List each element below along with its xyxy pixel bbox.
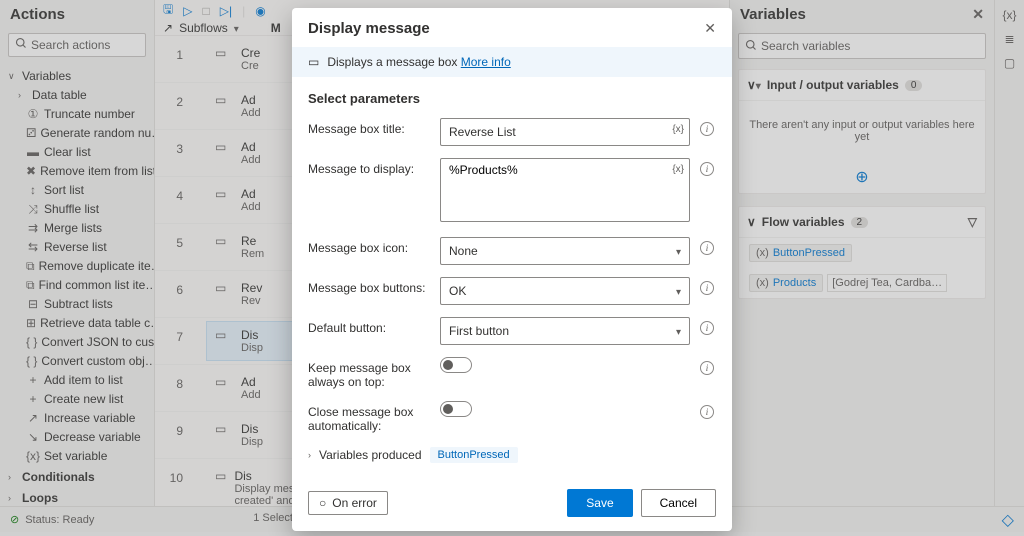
message-box-buttons-select[interactable]: OK bbox=[440, 277, 690, 305]
variable-chip[interactable]: ButtonPressed bbox=[430, 447, 518, 463]
info-icon[interactable]: i bbox=[700, 162, 714, 176]
label-icon: Message box icon: bbox=[308, 237, 430, 255]
cancel-button[interactable]: Cancel bbox=[641, 489, 716, 517]
label-ontop: Keep message box always on top: bbox=[308, 357, 430, 389]
label-autoclose: Close message box automatically: bbox=[308, 401, 430, 433]
section-heading: Select parameters bbox=[308, 91, 716, 106]
fx-icon[interactable]: {x} bbox=[672, 164, 684, 175]
message-icon: ▭ bbox=[308, 55, 319, 69]
chevron-right-icon[interactable]: › bbox=[308, 450, 311, 460]
fx-icon[interactable]: {x} bbox=[672, 124, 684, 135]
label-title: Message box title: bbox=[308, 118, 430, 136]
chevron-down-icon bbox=[676, 324, 681, 338]
info-icon[interactable]: i bbox=[700, 122, 714, 136]
on-error-button[interactable]: ○ On error bbox=[308, 491, 388, 515]
info-icon[interactable]: i bbox=[700, 281, 714, 295]
info-icon[interactable]: i bbox=[700, 361, 714, 375]
close-icon[interactable]: ✕ bbox=[704, 20, 716, 37]
info-icon[interactable]: i bbox=[700, 405, 714, 419]
auto-close-toggle[interactable] bbox=[440, 401, 472, 417]
message-box-title-input[interactable]: Reverse List bbox=[440, 118, 690, 146]
dialog-title: Display message bbox=[308, 20, 430, 37]
info-icon[interactable]: i bbox=[700, 241, 714, 255]
chevron-down-icon bbox=[676, 284, 681, 298]
always-on-top-toggle[interactable] bbox=[440, 357, 472, 373]
variables-produced-label: Variables produced bbox=[319, 448, 422, 462]
error-icon: ○ bbox=[319, 496, 326, 510]
dialog-info-bar: ▭ Displays a message box More info bbox=[292, 47, 732, 77]
more-info-link[interactable]: More info bbox=[461, 55, 511, 69]
save-button[interactable]: Save bbox=[567, 489, 632, 517]
display-message-dialog: Display message ✕ ▭ Displays a message b… bbox=[292, 8, 732, 531]
label-buttons: Message box buttons: bbox=[308, 277, 430, 295]
label-message: Message to display: bbox=[308, 158, 430, 176]
message-to-display-input[interactable] bbox=[440, 158, 690, 222]
message-box-icon-select[interactable]: None bbox=[440, 237, 690, 265]
default-button-select[interactable]: First button bbox=[440, 317, 690, 345]
info-icon[interactable]: i bbox=[700, 321, 714, 335]
label-default: Default button: bbox=[308, 317, 430, 335]
chevron-down-icon bbox=[676, 244, 681, 258]
